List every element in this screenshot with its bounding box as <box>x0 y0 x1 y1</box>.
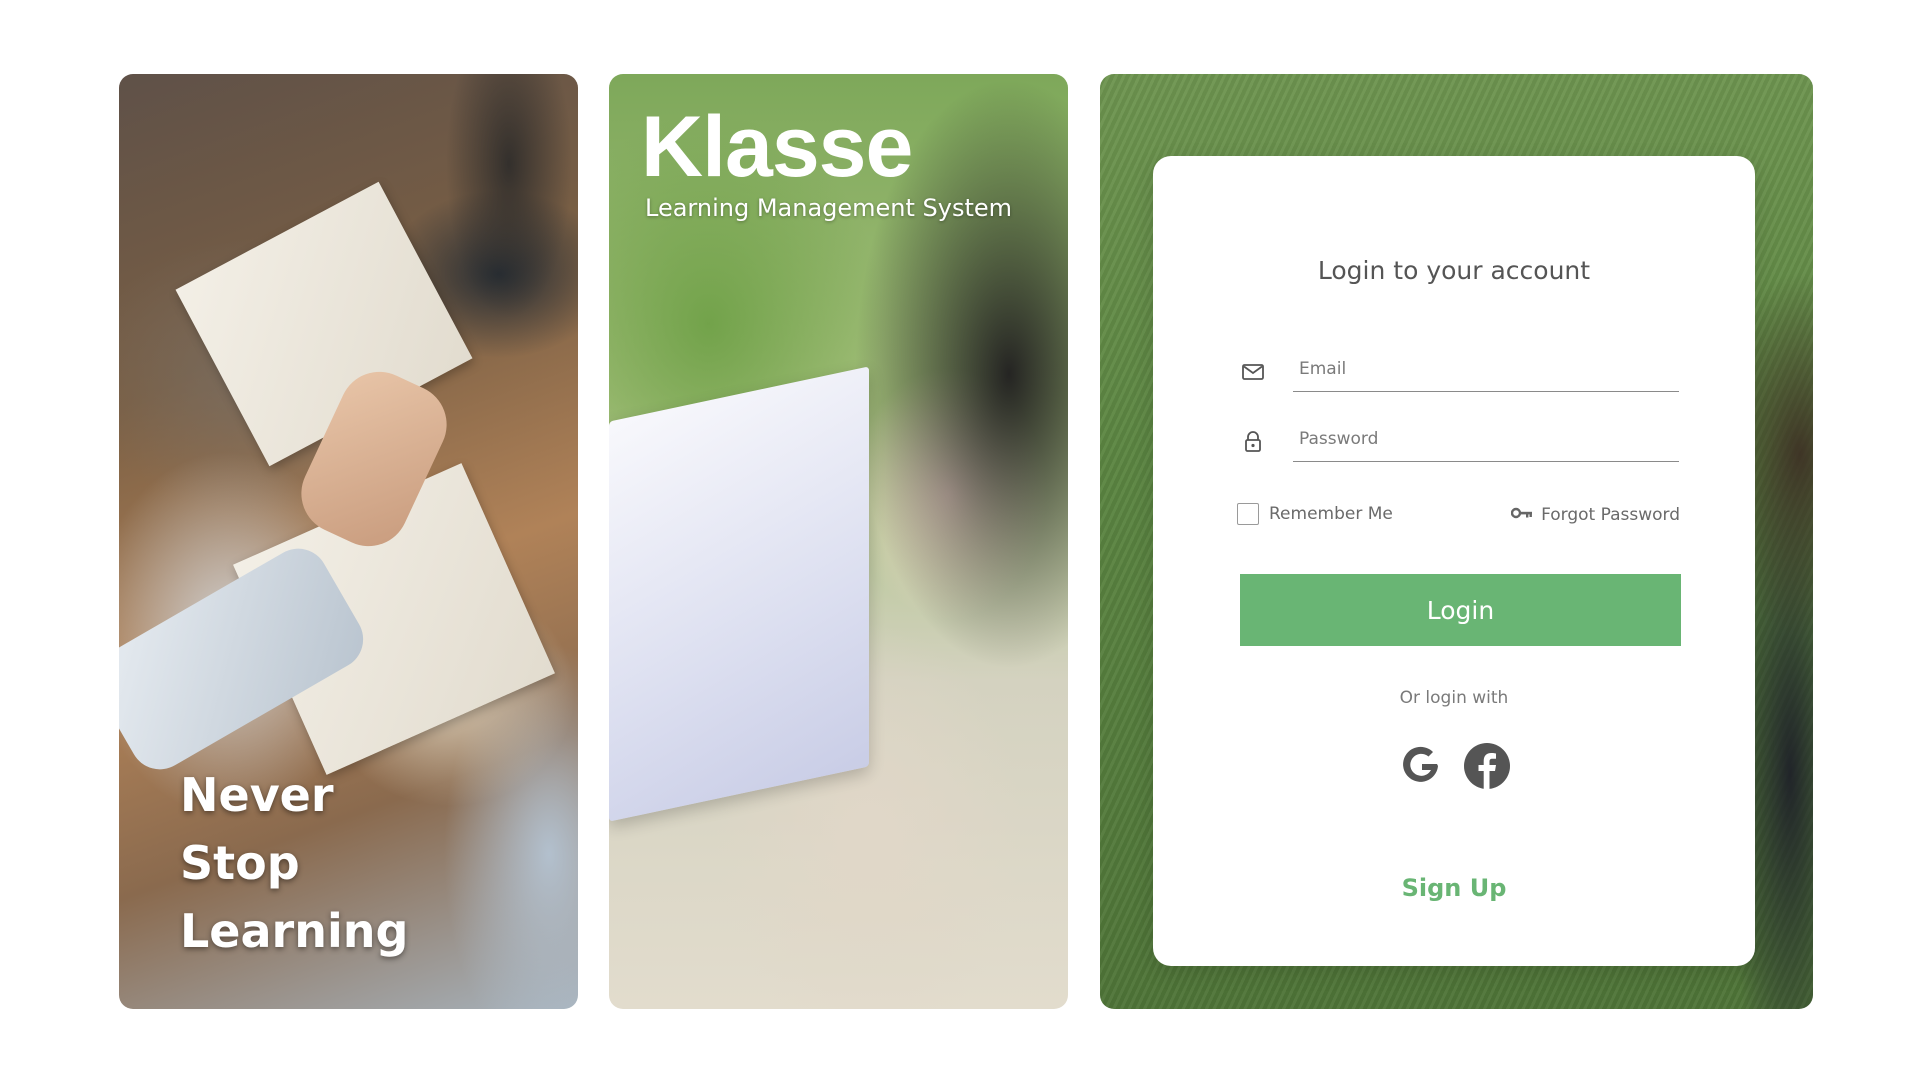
email-input[interactable] <box>1293 346 1679 392</box>
remember-me-label: Remember Me <box>1269 504 1393 524</box>
key-icon <box>1510 505 1533 525</box>
or-login-with-text: Or login with <box>1399 688 1509 708</box>
brand-logo-text: Klasse <box>641 99 913 195</box>
login-card: Login to your account Reme <box>1153 156 1755 966</box>
photo-panel-reading-hands: Never Stop Learning <box>119 74 578 1009</box>
remember-me[interactable]: Remember Me <box>1237 503 1393 525</box>
open-book-photo-element <box>609 366 869 822</box>
forgot-password-link[interactable]: Forgot Password <box>1510 505 1680 525</box>
tagline: Never Stop Learning <box>180 761 408 965</box>
social-login-group <box>1153 742 1755 790</box>
tagline-line-2: Stop <box>180 836 300 890</box>
sign-up-link[interactable]: Sign Up <box>1153 874 1755 902</box>
email-field-row <box>1241 346 1679 396</box>
tagline-line-1: Never <box>180 768 334 822</box>
login-button[interactable]: Login <box>1240 574 1681 646</box>
brand: Klasse Learning Management System <box>641 104 1012 222</box>
mail-icon <box>1241 360 1265 384</box>
facebook-icon[interactable] <box>1463 742 1511 790</box>
password-input[interactable] <box>1293 416 1679 462</box>
photo-panel-woman-reading: Klasse Learning Management System <box>609 74 1068 1009</box>
login-title: Login to your account <box>1317 256 1591 285</box>
google-icon[interactable] <box>1397 742 1445 790</box>
forgot-password-label: Forgot Password <box>1541 505 1680 525</box>
remember-me-checkbox[interactable] <box>1237 503 1259 525</box>
password-field-row <box>1241 416 1679 466</box>
lock-icon <box>1241 430 1265 454</box>
tagline-line-3: Learning <box>180 904 409 958</box>
login-page: Never Stop Learning Klasse Learning Mana… <box>0 0 1920 1078</box>
brand-subtitle: Learning Management System <box>645 194 1013 222</box>
